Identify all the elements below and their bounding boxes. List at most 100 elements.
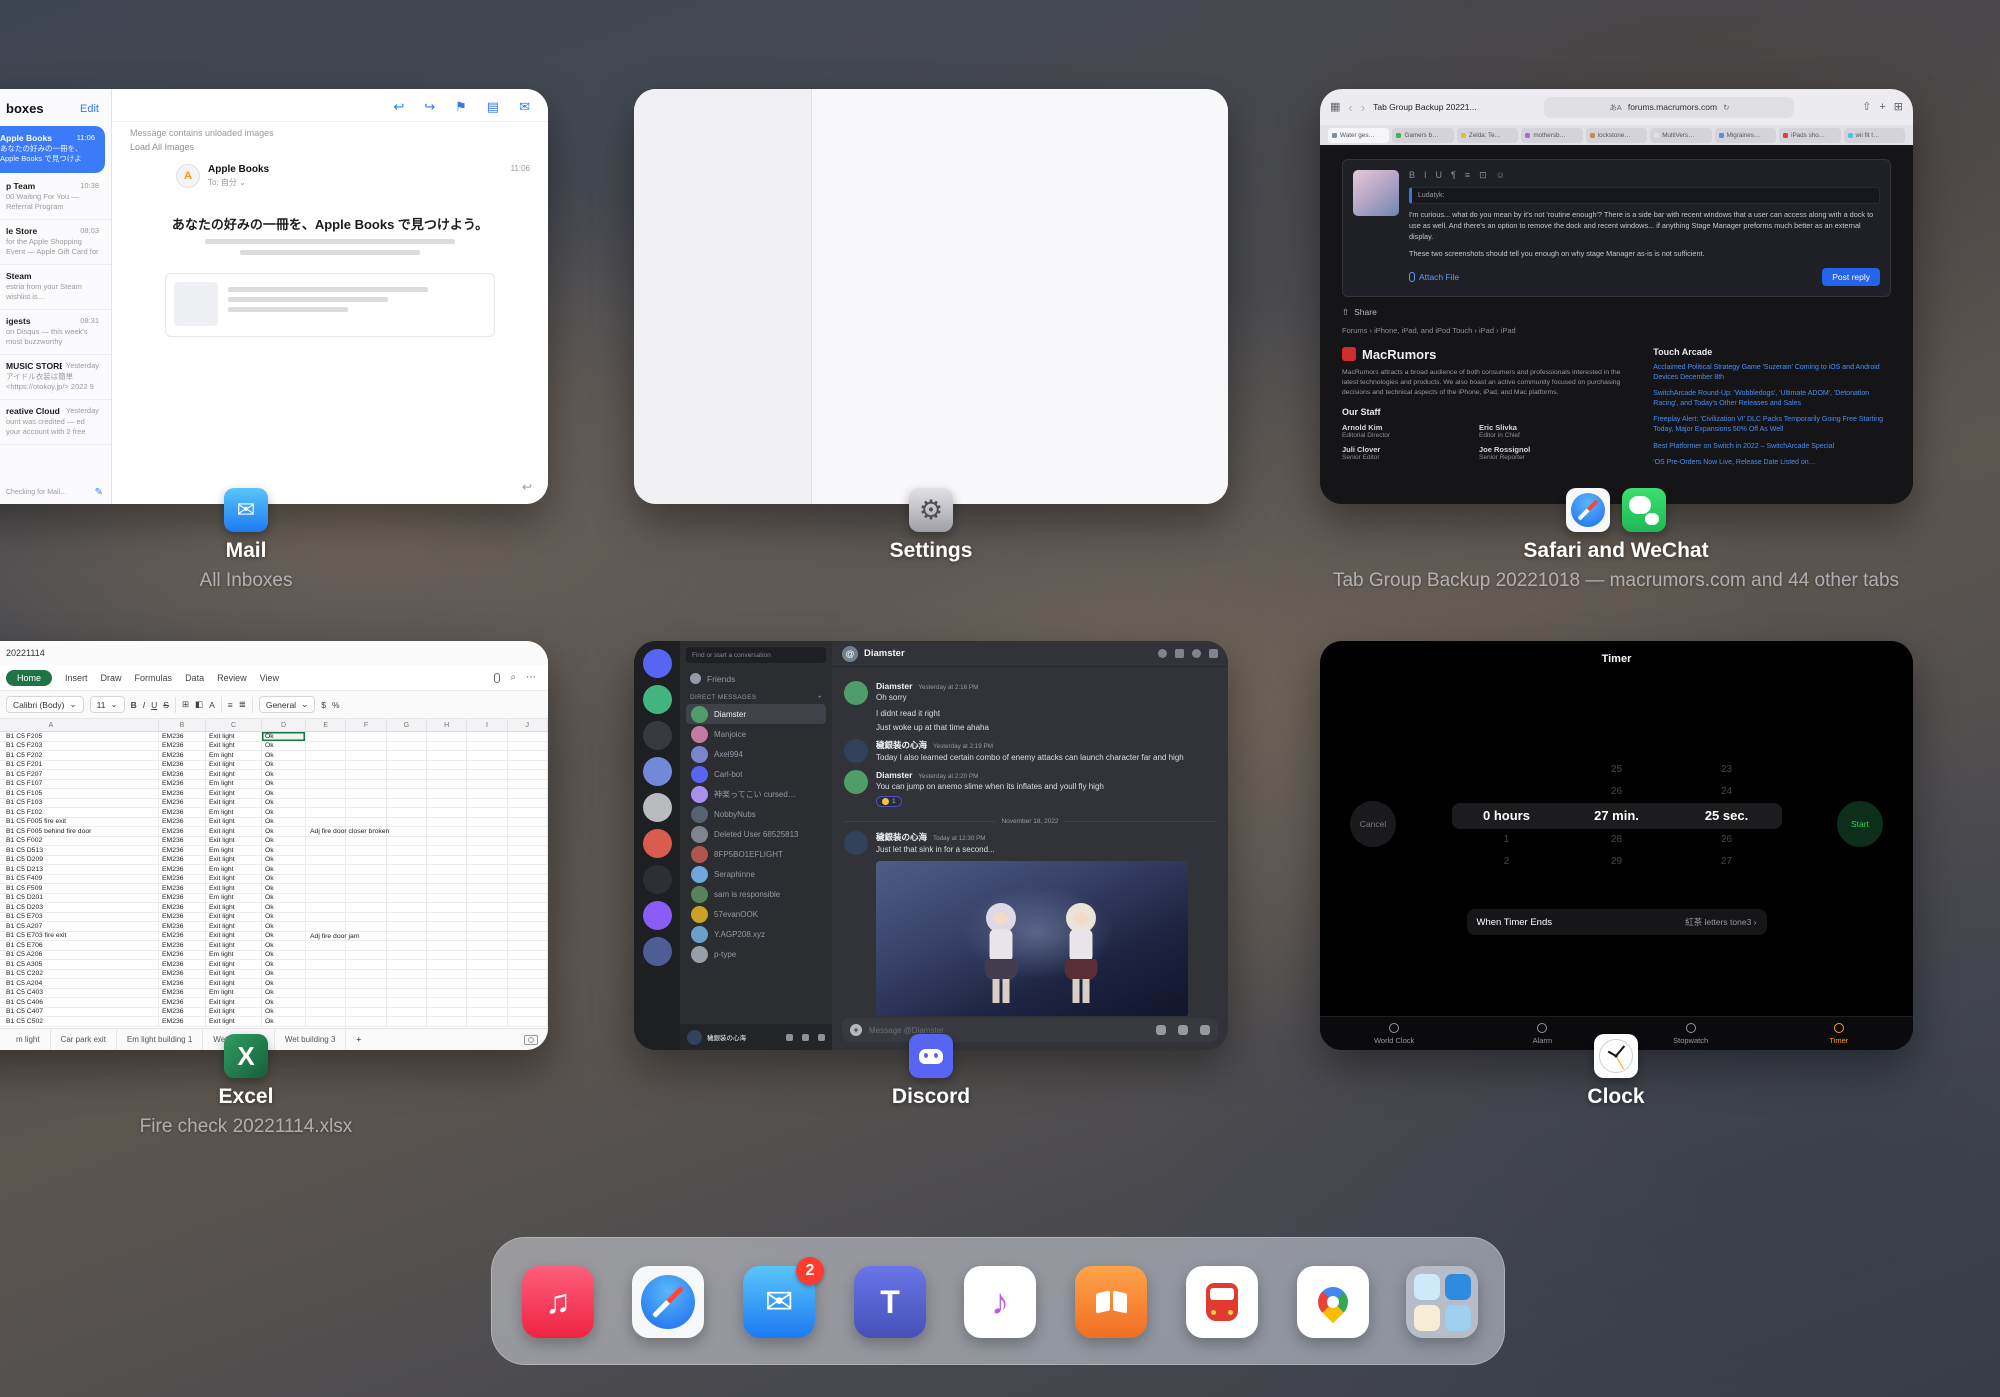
cell-ref: EM236	[159, 818, 206, 828]
paperclip-icon	[1409, 272, 1415, 282]
sheet-row: B1 C5 F103 EM236 Exit light Ok	[0, 799, 548, 809]
cell-status: Ok	[262, 960, 306, 970]
message-timestamp: Today at 12:30 PM	[933, 835, 986, 842]
cell-location: B1 C5 F105	[0, 789, 159, 799]
cell-location: B1 C5 C202	[0, 970, 159, 980]
transit-app-icon[interactable]	[1186, 1266, 1258, 1338]
currency-icon: $	[321, 700, 326, 710]
cell-ref: EM236	[159, 979, 206, 989]
reload-icon: ↻	[1723, 103, 1729, 112]
dm-item: Y.AGP208.xyz	[686, 924, 826, 944]
ribbon-tab: Home	[6, 670, 52, 686]
cell-status: Ok	[262, 903, 306, 913]
cell-location: B1 C5 D201	[0, 894, 159, 904]
cell-type: Exit light	[206, 742, 262, 752]
cell-location: B1 C5 F102	[0, 808, 159, 818]
cell-type: Exit light	[206, 856, 262, 866]
sheet-row: B1 C5 C502 EM236 Exit light Ok	[0, 1017, 548, 1027]
message-text: Oh sorry	[876, 692, 978, 703]
cell-type: Exit light	[206, 818, 262, 828]
app-card-mail[interactable]: boxes Edit Apple Books 11:06 あなたの好みの一冊を、…	[0, 89, 548, 504]
safari-toolbar: ▦ ‹ › Tab Group Backup 20221... あA forum…	[1320, 89, 1913, 125]
server-rail	[634, 641, 680, 1050]
apps-folder-icon[interactable]	[1406, 1266, 1478, 1338]
cell-ref: EM236	[159, 808, 206, 818]
ribbon-tab: View	[260, 673, 279, 683]
cell-ref: EM236	[159, 846, 206, 856]
url-text: forums.macrumors.com	[1628, 102, 1717, 112]
music-note-app-icon[interactable]: ♪	[964, 1266, 1036, 1338]
favicon	[1461, 133, 1466, 138]
books-app-icon[interactable]	[1075, 1266, 1147, 1338]
seconds-wheel: 232425 sec.2627	[1672, 759, 1782, 873]
app-card-excel[interactable]: 20221114 HomeInsertDrawFormulasDataRevie…	[0, 641, 548, 1050]
sheet-row: B1 C5 E706 EM236 Exit light Ok	[0, 941, 548, 951]
chat-message: November 18, 2022	[844, 818, 1216, 825]
sheet-row: B1 C5 F005 behind fire door EM236 Exit l…	[0, 827, 548, 837]
mail-item-preview: 00 Waiting For You — Referral Program [s…	[6, 192, 99, 213]
card-subtitle: Tab Group Backup 20221018 — macrumors.co…	[1333, 570, 1899, 592]
cell-type: Em light	[206, 894, 262, 904]
italic-icon: I	[1424, 170, 1427, 181]
favicon	[1396, 133, 1401, 138]
reader-icon: あA	[1609, 102, 1622, 113]
mail-app-icon[interactable]: ✉	[224, 488, 268, 532]
cell-type: Exit light	[206, 799, 262, 809]
sheet-row: B1 C5 C403 EM236 Em light Ok	[0, 989, 548, 999]
wechat-app-icon[interactable]	[1622, 488, 1666, 532]
sender-avatar: A	[176, 164, 200, 188]
chat-message: Diamster Yesterday at 2:16 PM Oh sorry	[844, 681, 1216, 705]
unread-badge: 2	[796, 1257, 824, 1285]
video-icon	[1175, 649, 1184, 658]
dm-avatar	[691, 746, 708, 763]
card-subtitle: Fire check 20221114.xlsx	[140, 1116, 353, 1138]
cell-status: Ok	[262, 922, 306, 932]
dm-avatar	[691, 706, 708, 723]
message-text: I didnt read it right	[876, 708, 940, 719]
card-title: Settings	[890, 539, 973, 563]
mail-app-icon[interactable]: ✉ 2	[743, 1266, 815, 1338]
cell-status: Ok	[262, 932, 306, 942]
reply-icon: ↩	[393, 99, 404, 115]
cell-type: Exit light	[206, 922, 262, 932]
mail-list-item: igests 08:31 on Disqus — this week's mos…	[0, 310, 111, 355]
browser-tab: Water ges…	[1328, 128, 1389, 143]
google-maps-app-icon[interactable]	[1297, 1266, 1369, 1338]
microsoft-teams-app-icon[interactable]: T	[854, 1266, 926, 1338]
cell-type: Em light	[206, 808, 262, 818]
cell-location: B1 C5 D513	[0, 846, 159, 856]
article-link: SwitchArcade Round-Up: 'Wobbledogs', 'Ul…	[1653, 389, 1891, 409]
hours-wheel: 0 hours12	[1452, 759, 1562, 873]
cell-ref: EM236	[159, 780, 206, 790]
browser-tab: iPads sho…	[1779, 128, 1840, 143]
discord-app-icon[interactable]	[909, 1034, 953, 1078]
app-card-safari-wechat[interactable]: ▦ ‹ › Tab Group Backup 20221... あA forum…	[1320, 89, 1913, 504]
sheet-row: B1 C5 F509 EM236 Exit light Ok	[0, 884, 548, 894]
app-label-excel: X Excel Fire check 20221114.xlsx	[0, 1034, 546, 1138]
cell-status: Ok	[262, 789, 306, 799]
cell-type: Exit light	[206, 789, 262, 799]
app-card-discord[interactable]: Find or start a conversation Friends DIR…	[634, 641, 1228, 1050]
cell-location: B1 C5 C403	[0, 989, 159, 999]
cell-ref: EM236	[159, 856, 206, 866]
dm-item: Manjoice	[686, 724, 826, 744]
clock-app-icon[interactable]	[1594, 1034, 1638, 1078]
favicon	[1654, 133, 1659, 138]
sheet-row: B1 C5 F202 EM236 Em light Ok	[0, 751, 548, 761]
excel-app-icon[interactable]: X	[224, 1034, 268, 1078]
cell-status: Ok	[262, 1017, 306, 1027]
cell-type: Exit light	[206, 770, 262, 780]
safari-tab-strip: Water ges… Gamers b… Zelda: Te… mothersb…	[1320, 125, 1913, 145]
app-label-clock: Clock	[1236, 1034, 1996, 1116]
safari-app-icon[interactable]	[632, 1266, 704, 1338]
app-card-settings[interactable]	[634, 89, 1228, 504]
app-card-clock[interactable]: Timer 0 hours12 252627 min.2829 232425 s…	[1320, 641, 1913, 1050]
cell-ref: EM236	[159, 989, 206, 999]
pin-icon	[1192, 649, 1201, 658]
settings-app-icon[interactable]: ⚙	[909, 488, 953, 532]
cell-ref: EM236	[159, 903, 206, 913]
safari-app-icon[interactable]	[1566, 488, 1610, 532]
tabs-overview-icon: ⊞	[1894, 102, 1903, 113]
cell-ref: EM236	[159, 875, 206, 885]
music-app-icon[interactable]: ♫	[522, 1266, 594, 1338]
